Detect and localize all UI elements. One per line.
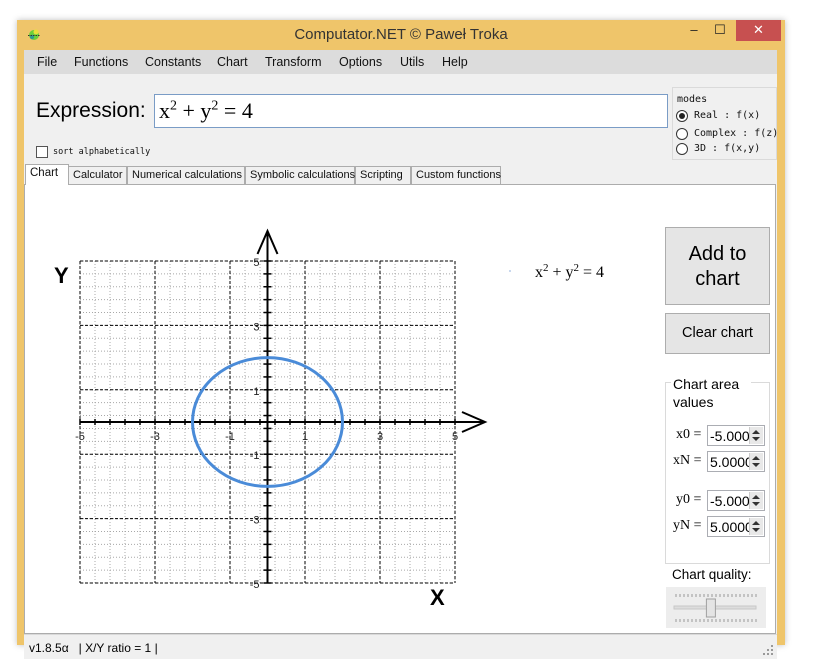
menu-chart[interactable]: Chart xyxy=(217,55,248,69)
xn-spinner[interactable] xyxy=(749,453,763,470)
x-tick-label: 3 xyxy=(377,431,383,443)
menu-constants[interactable]: Constants xyxy=(145,55,201,69)
add-to-chart-button[interactable]: Add to chart xyxy=(665,227,770,305)
status-text: v1.8.5α | X/Y ratio = 1 | xyxy=(29,641,158,655)
mode-complex-label[interactable]: Complex : f(z) xyxy=(694,128,778,139)
legend-rest: = 4 xyxy=(579,264,604,281)
sort-alphabetically-checkbox[interactable] xyxy=(36,146,48,158)
mode-complex-radio[interactable] xyxy=(676,128,688,140)
legend-marker xyxy=(509,270,511,272)
expr-plus: + xyxy=(177,98,201,123)
slider-thumb[interactable] xyxy=(705,598,716,618)
y-tick-label: 5 xyxy=(253,257,259,269)
legend-x: x xyxy=(535,264,543,281)
app-window: Computator.NET © Paweł Troka ‒ ☐ ✕ File … xyxy=(17,20,785,659)
chart-area-values-title: Chart area values xyxy=(671,375,751,411)
close-icon: ✕ xyxy=(753,22,764,37)
spin-down-icon[interactable] xyxy=(752,528,760,532)
y-tick-label: -1 xyxy=(250,450,260,462)
xn-label: xN = xyxy=(673,453,702,468)
status-bar: v1.8.5α | X/Y ratio = 1 | xyxy=(24,634,777,659)
expr-x: x xyxy=(159,98,170,123)
clear-chart-button[interactable]: Clear chart xyxy=(665,313,770,354)
slider-track-ticks xyxy=(673,594,757,622)
resize-grip-icon[interactable] xyxy=(763,645,773,655)
x0-value: -5.000 xyxy=(710,428,750,444)
menu-functions[interactable]: Functions xyxy=(74,55,128,69)
minimize-button[interactable]: ‒ xyxy=(681,20,707,41)
legend-plus: + xyxy=(549,264,566,281)
y-tick-label: 1 xyxy=(253,386,259,398)
expr-rest: = 4 xyxy=(218,98,253,123)
x-tick-label: -3 xyxy=(150,431,160,443)
spin-down-icon[interactable] xyxy=(752,437,760,441)
y-tick-label: 3 xyxy=(253,321,259,333)
window-title: Computator.NET © Paweł Troka xyxy=(294,26,508,43)
tab-numerical-calculations[interactable]: Numerical calculations xyxy=(127,166,245,184)
maximize-icon: ☐ xyxy=(714,22,726,37)
spin-up-icon[interactable] xyxy=(752,430,760,434)
spin-up-icon[interactable] xyxy=(752,456,760,460)
menu-help[interactable]: Help xyxy=(442,55,468,69)
tab-calculator[interactable]: Calculator xyxy=(68,166,127,184)
x-tick-label: -1 xyxy=(225,431,235,443)
spin-up-icon[interactable] xyxy=(752,521,760,525)
legend-entry: x2 + y2 = 4 xyxy=(535,262,604,281)
expression-label: Expression: xyxy=(36,99,146,122)
y-axis-label: Y xyxy=(54,263,69,288)
chart-quality-slider[interactable] xyxy=(666,587,766,628)
expr-y: y xyxy=(200,98,212,123)
xn-input[interactable]: 5.0000 xyxy=(707,451,765,472)
expr-x-exponent: 2 xyxy=(170,98,177,114)
tab-custom-functions[interactable]: Custom functions xyxy=(411,166,501,184)
x-tick-label: 5 xyxy=(452,431,458,443)
x0-label: x0 = xyxy=(676,427,702,442)
y-tick-label: -5 xyxy=(250,579,260,591)
chart-tab-page: -5 -3 -1 1 3 5 5 3 1 -1 -3 -5 Y X x2 + y2 = 4 Add t… xyxy=(24,184,776,634)
mode-3d-radio[interactable] xyxy=(676,143,688,155)
y0-label: y0 = xyxy=(676,492,702,507)
tab-chart[interactable]: Chart xyxy=(25,164,69,185)
mode-3d-label[interactable]: 3D : f(x,y) xyxy=(694,143,760,154)
x0-input[interactable]: -5.000 xyxy=(707,425,765,446)
menu-options[interactable]: Options xyxy=(339,55,382,69)
modes-legend: modes xyxy=(675,94,710,105)
chart-canvas[interactable]: -5 -3 -1 1 3 5 5 3 1 -1 -3 -5 Y X x2 + y2 = 4 xyxy=(25,185,665,633)
client-area: File Functions Constants Chart Transform… xyxy=(24,50,778,659)
close-button[interactable]: ✕ xyxy=(736,20,781,41)
chart-quality-label: Chart quality: xyxy=(672,567,752,582)
mode-real-label[interactable]: Real : f(x) xyxy=(694,110,760,121)
y0-spinner[interactable] xyxy=(749,492,763,509)
x0-spinner[interactable] xyxy=(749,427,763,444)
x-tick-label: -5 xyxy=(75,431,85,443)
yn-input[interactable]: 5.0000 xyxy=(707,516,765,537)
sort-alphabetically-label: sort alphabetically xyxy=(53,147,151,157)
x-axis-label: X xyxy=(430,585,445,610)
tab-scripting[interactable]: Scripting xyxy=(355,166,411,184)
title-bar[interactable]: Computator.NET © Paweł Troka ‒ ☐ ✕ xyxy=(17,20,785,49)
y-tick-label: -3 xyxy=(250,515,260,527)
axes xyxy=(79,228,488,584)
xn-value: 5.0000 xyxy=(710,454,750,470)
spin-down-icon[interactable] xyxy=(752,502,760,506)
maximize-button[interactable]: ☐ xyxy=(707,20,733,41)
yn-label: yN = xyxy=(673,518,702,533)
menu-file[interactable]: File xyxy=(37,55,57,69)
y0-input[interactable]: -5.000 xyxy=(707,490,765,511)
menu-bar: File Functions Constants Chart Transform… xyxy=(24,50,777,74)
yn-spinner[interactable] xyxy=(749,518,763,535)
yn-value: 5.0000 xyxy=(710,519,750,535)
x-tick-label: 1 xyxy=(302,431,308,443)
minimize-icon: ‒ xyxy=(690,22,698,37)
spin-down-icon[interactable] xyxy=(752,463,760,467)
tab-symbolic-calculations[interactable]: Symbolic calculations xyxy=(245,166,355,184)
menu-transform[interactable]: Transform xyxy=(265,55,322,69)
y0-value: -5.000 xyxy=(710,493,750,509)
menu-utils[interactable]: Utils xyxy=(400,55,424,69)
expression-input[interactable]: x2 + y2 = 4 xyxy=(154,94,668,128)
mode-real-radio[interactable] xyxy=(676,110,688,122)
legend-y: y xyxy=(566,264,574,281)
spin-up-icon[interactable] xyxy=(752,495,760,499)
